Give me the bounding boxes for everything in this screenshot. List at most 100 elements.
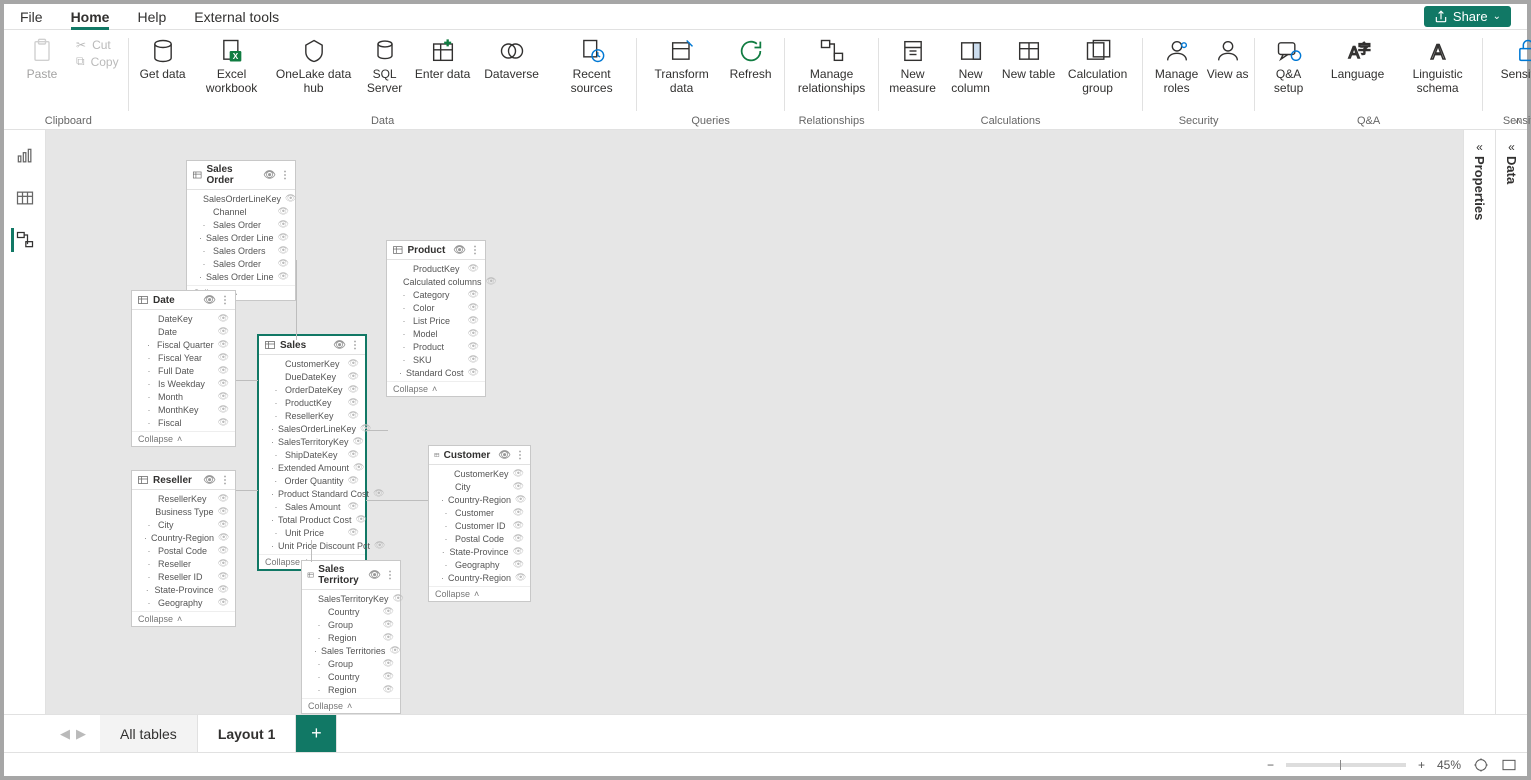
linguistic-schema-button[interactable]: A Linguistic schema: [1399, 36, 1477, 96]
field-row[interactable]: ·Category👁: [387, 288, 485, 301]
table-header[interactable]: Sales Territory👁⋮: [302, 561, 400, 590]
field-row[interactable]: ·Region👁: [302, 631, 400, 644]
share-button[interactable]: Share ⌄: [1424, 6, 1511, 27]
field-row[interactable]: ·Country-Region👁: [429, 493, 530, 506]
field-row[interactable]: ·Reseller👁: [132, 557, 235, 570]
more-icon[interactable]: ⋮: [220, 295, 230, 306]
visibility-icon[interactable]: 👁: [333, 340, 346, 351]
field-row[interactable]: ·City👁: [132, 518, 235, 531]
recent-sources-button[interactable]: Recent sources: [553, 36, 631, 96]
field-row[interactable]: ·Unit Price👁: [259, 526, 365, 539]
field-row[interactable]: ·Total Product Cost👁: [259, 513, 365, 526]
tab-add-button[interactable]: +: [296, 715, 337, 752]
tab-layout-1[interactable]: Layout 1: [198, 715, 297, 752]
field-row[interactable]: ·Group👁: [302, 618, 400, 631]
more-icon[interactable]: ⋮: [350, 340, 360, 351]
field-row[interactable]: ·Extended Amount👁: [259, 461, 365, 474]
new-table-button[interactable]: New table: [1001, 36, 1057, 82]
field-row[interactable]: ResellerKey👁: [132, 492, 235, 505]
field-row[interactable]: Channel👁: [187, 205, 295, 218]
field-row[interactable]: ·Sales Order Line👁: [187, 231, 295, 244]
language-button[interactable]: A字 Language: [1319, 36, 1397, 82]
calculation-group-button[interactable]: Calculation group: [1059, 36, 1137, 96]
field-row[interactable]: ·Product👁: [387, 340, 485, 353]
table-header[interactable]: Sales Order👁⋮: [187, 161, 295, 190]
tab-all-tables[interactable]: All tables: [100, 715, 198, 752]
field-row[interactable]: DateKey👁: [132, 312, 235, 325]
field-row[interactable]: ·ResellerKey👁: [259, 409, 365, 422]
enter-data-button[interactable]: Enter data: [415, 36, 471, 82]
manage-roles-button[interactable]: Manage roles: [1149, 36, 1205, 96]
field-row[interactable]: ·Group👁: [302, 657, 400, 670]
relationship-line[interactable]: [366, 430, 388, 431]
field-row[interactable]: ·Sales Territories👁: [302, 644, 400, 657]
more-icon[interactable]: ⋮: [385, 570, 395, 581]
field-row[interactable]: ·Sales Amount👁: [259, 500, 365, 513]
table-card-product[interactable]: Product👁⋮ProductKey👁Calculated columns👁·…: [386, 240, 486, 397]
field-row[interactable]: ·Order Quantity👁: [259, 474, 365, 487]
field-row[interactable]: ·Product Standard Cost👁: [259, 487, 365, 500]
table-card-salesOrder[interactable]: Sales Order👁⋮SalesOrderLineKey👁Channel👁·…: [186, 160, 296, 301]
field-row[interactable]: ·SKU👁: [387, 353, 485, 366]
relationship-line[interactable]: [236, 380, 258, 381]
table-card-reseller[interactable]: Reseller👁⋮ResellerKey👁Business Type👁·Cit…: [131, 470, 236, 627]
zoom-slider[interactable]: [1286, 763, 1406, 767]
field-row[interactable]: ·State-Province👁: [429, 545, 530, 558]
field-row[interactable]: ·Sales Order👁: [187, 218, 295, 231]
field-row[interactable]: ·Fiscal Year👁: [132, 351, 235, 364]
tab-next-button[interactable]: ▶: [76, 726, 86, 742]
table-card-sales[interactable]: Sales👁⋮CustomerKey👁DueDateKey👁·OrderDate…: [258, 335, 366, 570]
field-row[interactable]: CustomerKey👁: [259, 357, 365, 370]
field-row[interactable]: ·OrderDateKey👁: [259, 383, 365, 396]
field-row[interactable]: ·Reseller ID👁: [132, 570, 235, 583]
table-card-customer[interactable]: Customer👁⋮CustomerKey👁City👁·Country-Regi…: [428, 445, 531, 602]
field-row[interactable]: ·Customer ID👁: [429, 519, 530, 532]
relationship-line[interactable]: [236, 490, 258, 491]
field-row[interactable]: ·Fiscal👁: [132, 416, 235, 429]
field-row[interactable]: ·Customer👁: [429, 506, 530, 519]
qa-setup-button[interactable]: Q&A setup: [1261, 36, 1317, 96]
fit-to-page-button[interactable]: [1473, 757, 1489, 773]
table-card-territory[interactable]: Sales Territory👁⋮SalesTerritoryKey👁Count…: [301, 560, 401, 714]
table-header[interactable]: Product👁⋮: [387, 241, 485, 260]
model-canvas[interactable]: Sales Order👁⋮SalesOrderLineKey👁Channel👁·…: [46, 130, 1463, 714]
field-row[interactable]: ·Month👁: [132, 390, 235, 403]
tab-prev-button[interactable]: ◀: [60, 726, 70, 742]
manage-relationships-button[interactable]: Manage relationships: [791, 36, 873, 96]
field-row[interactable]: CustomerKey👁: [429, 467, 530, 480]
ribbon-collapse-button[interactable]: ˄: [1515, 116, 1521, 127]
visibility-icon[interactable]: 👁: [203, 475, 216, 486]
field-row[interactable]: SalesTerritoryKey👁: [302, 592, 400, 605]
field-row[interactable]: ·Sales Orders👁: [187, 244, 295, 257]
field-row[interactable]: Date👁: [132, 325, 235, 338]
field-row[interactable]: ·Color👁: [387, 301, 485, 314]
new-measure-button[interactable]: New measure: [885, 36, 941, 96]
menu-help[interactable]: Help: [137, 5, 166, 29]
field-row[interactable]: ·Is Weekday👁: [132, 377, 235, 390]
get-data-button[interactable]: Get data: [135, 36, 191, 82]
field-row[interactable]: ·ProductKey👁: [259, 396, 365, 409]
menu-external-tools[interactable]: External tools: [194, 5, 279, 29]
field-row[interactable]: ·State-Province👁: [132, 583, 235, 596]
visibility-icon[interactable]: 👁: [203, 295, 216, 306]
field-row[interactable]: SalesOrderLineKey👁: [187, 192, 295, 205]
fullscreen-button[interactable]: [1501, 757, 1517, 773]
field-row[interactable]: ·Standard Cost👁: [387, 366, 485, 379]
table-card-date[interactable]: Date👁⋮DateKey👁Date👁·Fiscal Quarter👁·Fisc…: [131, 290, 236, 447]
zoom-out-button[interactable]: −: [1267, 758, 1274, 772]
relationship-line[interactable]: [296, 260, 297, 340]
refresh-button[interactable]: Refresh: [723, 36, 779, 82]
field-row[interactable]: ·Country-Region👁: [132, 531, 235, 544]
collapse-toggle[interactable]: Collapse˄: [132, 611, 235, 626]
field-row[interactable]: ·Model👁: [387, 327, 485, 340]
visibility-icon[interactable]: 👁: [368, 570, 381, 581]
field-row[interactable]: ·ShipDateKey👁: [259, 448, 365, 461]
view-as-button[interactable]: View as: [1207, 36, 1249, 82]
table-header[interactable]: Customer👁⋮: [429, 446, 530, 465]
field-row[interactable]: ·Postal Code👁: [132, 544, 235, 557]
field-row[interactable]: ·Geography👁: [132, 596, 235, 609]
field-row[interactable]: ·Country👁: [302, 670, 400, 683]
field-row[interactable]: ·Sales Order Line👁: [187, 270, 295, 283]
dataverse-button[interactable]: Dataverse: [473, 36, 551, 82]
collapse-toggle[interactable]: Collapse˄: [429, 586, 530, 601]
